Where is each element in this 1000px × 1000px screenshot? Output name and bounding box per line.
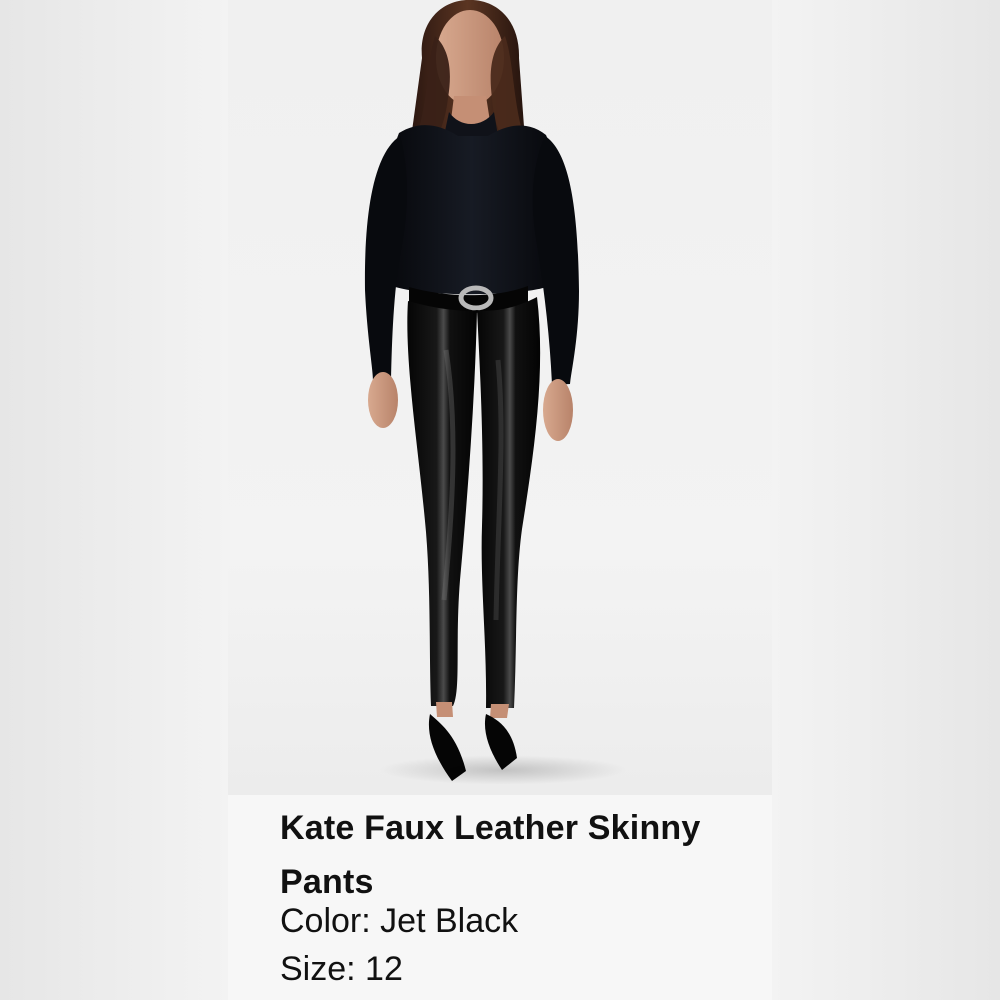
floor-shadow [378, 755, 628, 785]
right-hand [543, 379, 573, 441]
size-value: 12 [365, 950, 403, 988]
product-caption: Kate Faux Leather Skinny Pants Color: Je… [228, 795, 772, 1000]
product-title: Kate Faux Leather Skinny Pants [280, 809, 701, 901]
model-illustration [364, 0, 579, 781]
right-pant-leg [477, 297, 541, 708]
black-top [387, 125, 556, 295]
left-pant-leg [407, 301, 477, 706]
size-line: Size: 12 [280, 945, 403, 993]
product-listing-image: Kate Faux Leather Skinny Pants Color: Je… [0, 0, 1000, 1000]
model [364, 0, 579, 781]
color-label: Color: [280, 902, 371, 940]
left-background-margin [0, 0, 228, 1000]
color-value: Jet Black [380, 902, 519, 940]
size-label: Size: [280, 950, 356, 988]
color-line: Color: Jet Black [280, 897, 518, 945]
product-photo [228, 0, 772, 795]
right-background-margin [772, 0, 1000, 1000]
left-hand [368, 372, 398, 428]
right-ankle [490, 704, 509, 718]
left-ankle [436, 702, 453, 717]
